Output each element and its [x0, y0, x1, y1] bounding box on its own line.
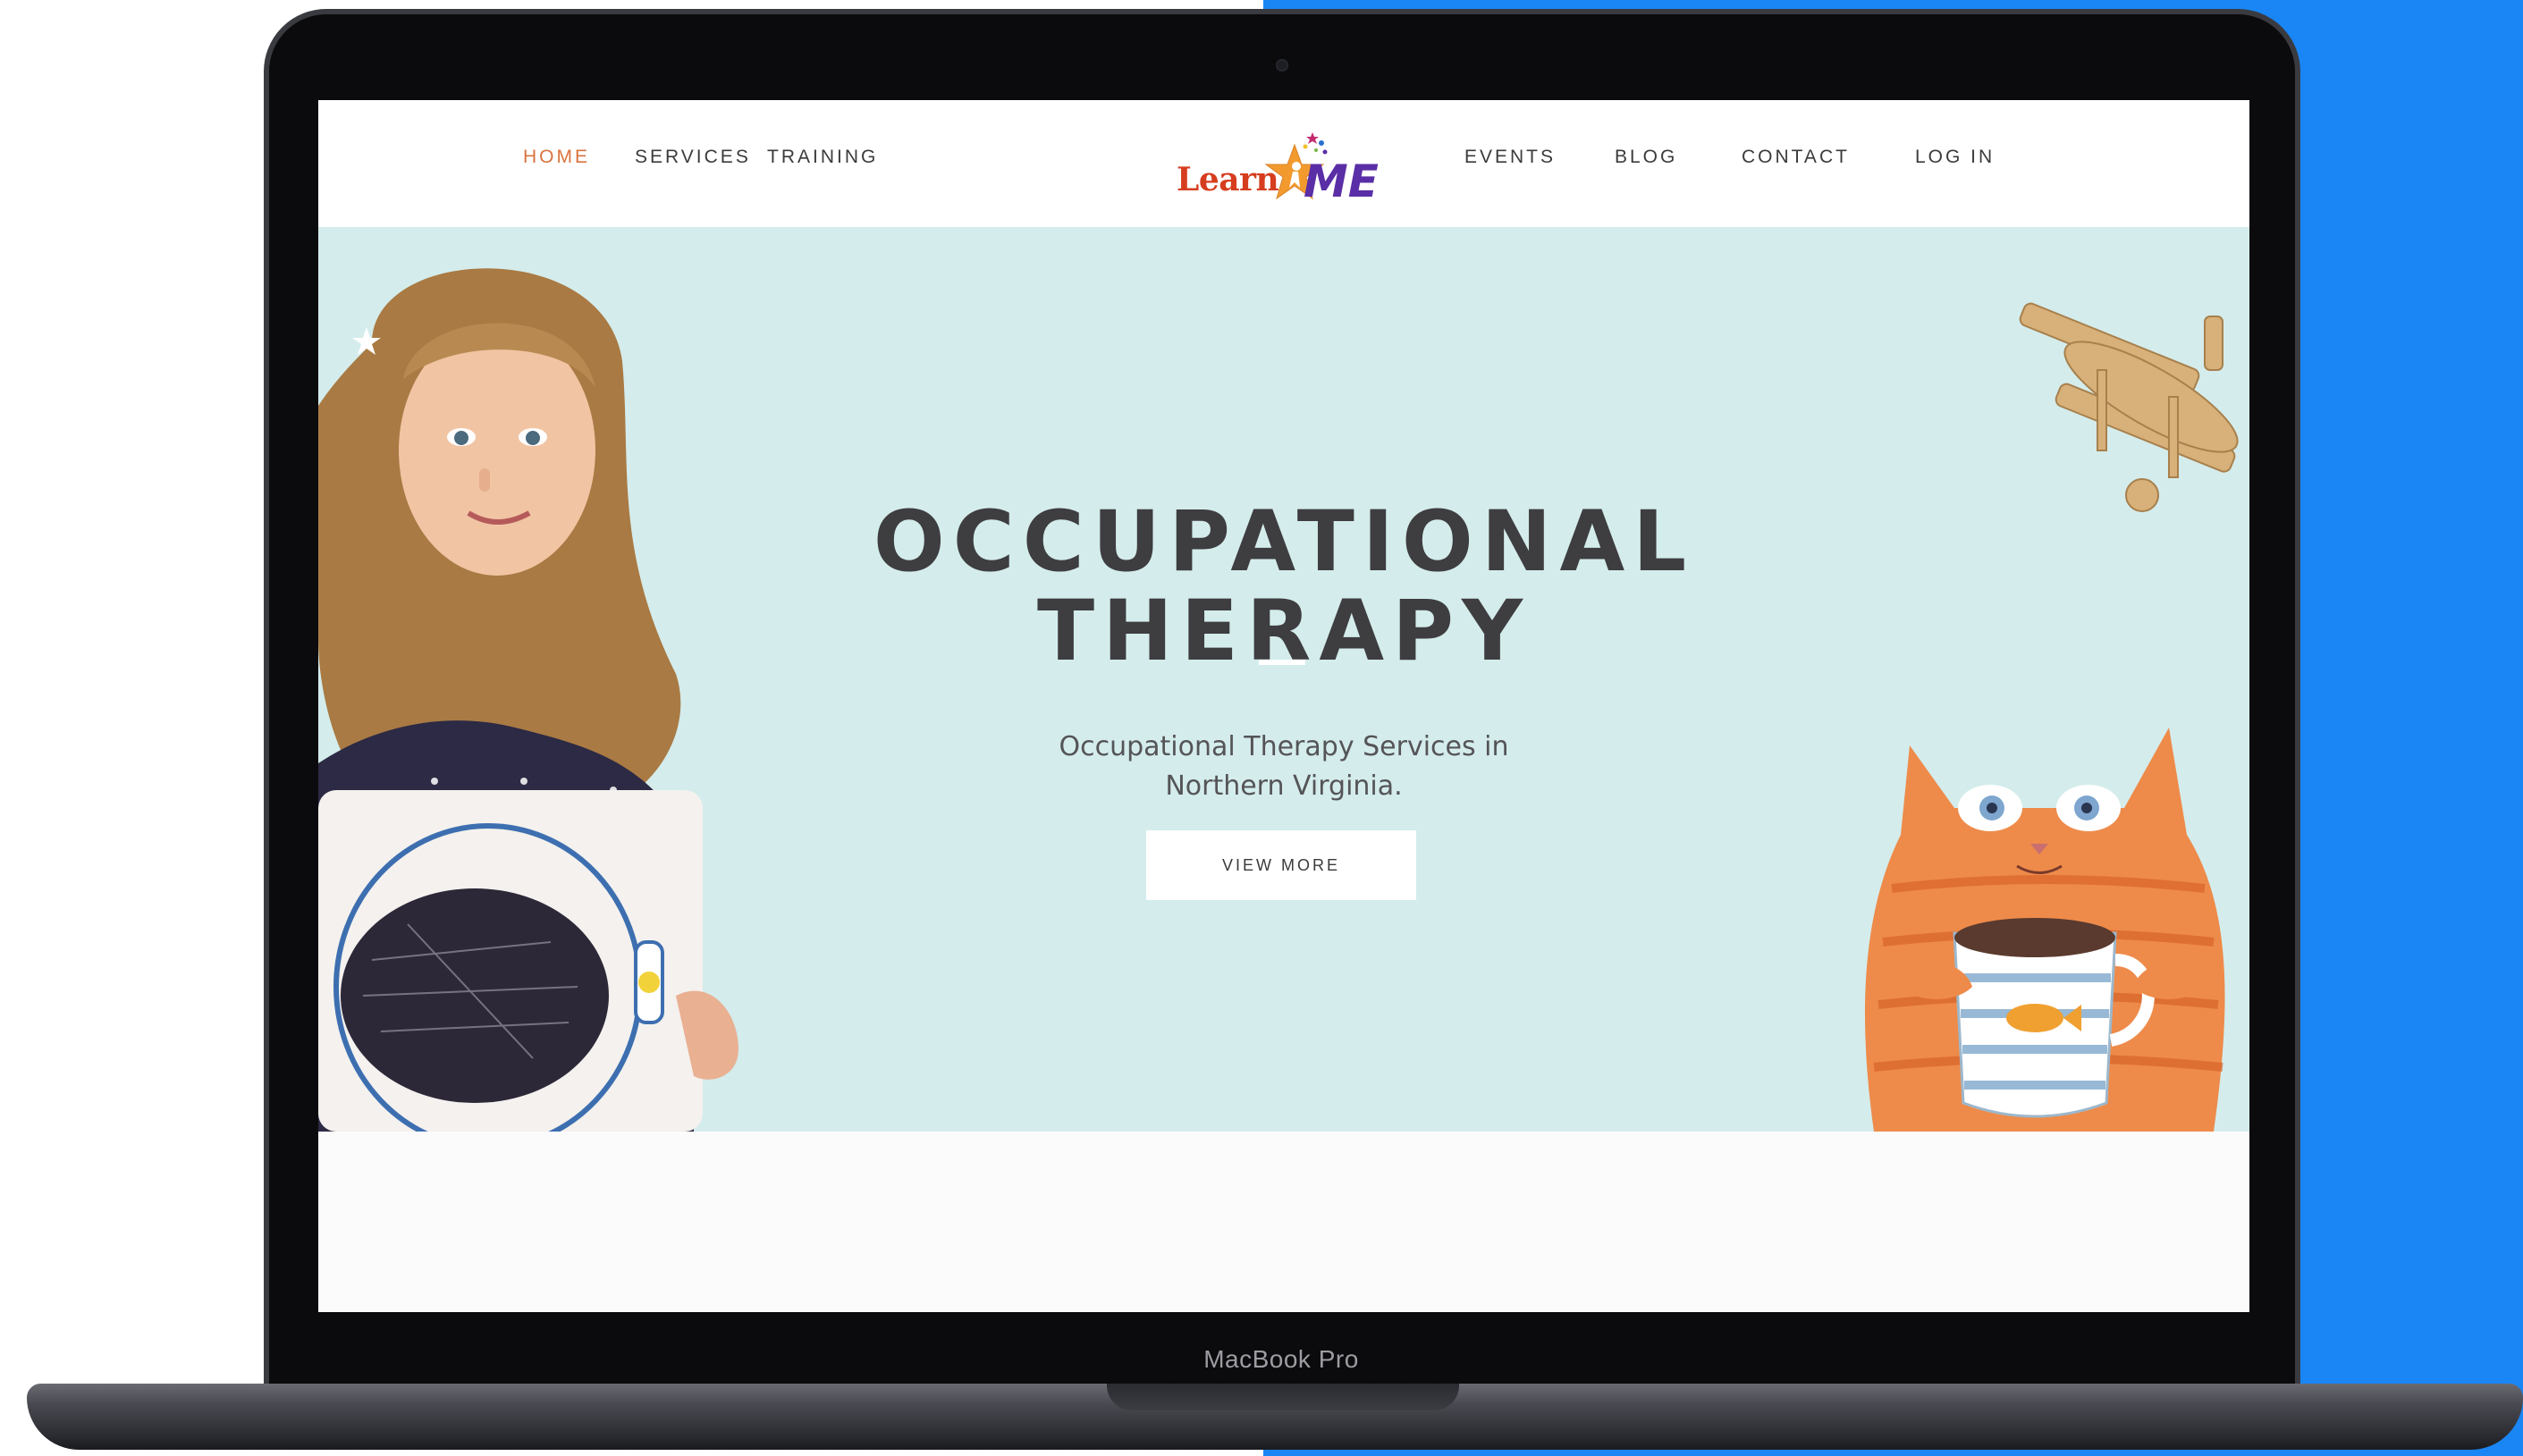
hero-title: OCCUPATIONAL THERAPY — [318, 497, 2249, 680]
laptop-notch — [1107, 1384, 1459, 1410]
view-more-button[interactable]: VIEW MORE — [1146, 830, 1416, 900]
hero-section: OCCUPATIONAL THERAPY Occupational Therapy… — [318, 227, 2249, 1132]
hero-subtitle-line1: Occupational Therapy Services in — [1059, 731, 1509, 762]
nav-log-in[interactable]: LOG IN — [1915, 147, 1995, 168]
hero-divider — [1259, 660, 1305, 665]
site-header: HOME SERVICES TRAINING Learn ME EVENTS B… — [318, 100, 2249, 227]
nav-home[interactable]: HOME — [523, 147, 590, 168]
hero-subtitle-line2: Northern Virginia. — [1165, 770, 1403, 802]
nav-training[interactable]: TRAINING — [767, 147, 878, 168]
learnme-logo[interactable]: Learn ME — [1177, 114, 1400, 215]
cat-with-mug-illustration — [1865, 728, 2225, 1132]
wooden-plane-toy — [2019, 302, 2239, 512]
decorative-star-icon — [352, 327, 381, 355]
hero-title-line2: THERAPY — [1036, 582, 1532, 680]
nav-services[interactable]: SERVICES — [635, 147, 751, 168]
webcam-icon — [1276, 59, 1288, 72]
laptop-screen: HOME SERVICES TRAINING Learn ME EVENTS B… — [318, 100, 2249, 1312]
nav-contact[interactable]: CONTACT — [1742, 147, 1850, 168]
nav-events[interactable]: EVENTS — [1464, 147, 1556, 168]
logo-text-me: ME — [1304, 156, 1379, 207]
hero-title-line1: OCCUPATIONAL — [873, 492, 1695, 591]
macbook-pro-label: MacBook Pro — [1203, 1345, 1359, 1373]
nav-blog[interactable]: BLOG — [1615, 147, 1677, 168]
mockup-stage: HOME SERVICES TRAINING Learn ME EVENTS B… — [0, 0, 2523, 1456]
girl-with-astronaut-drawing — [318, 268, 738, 1132]
